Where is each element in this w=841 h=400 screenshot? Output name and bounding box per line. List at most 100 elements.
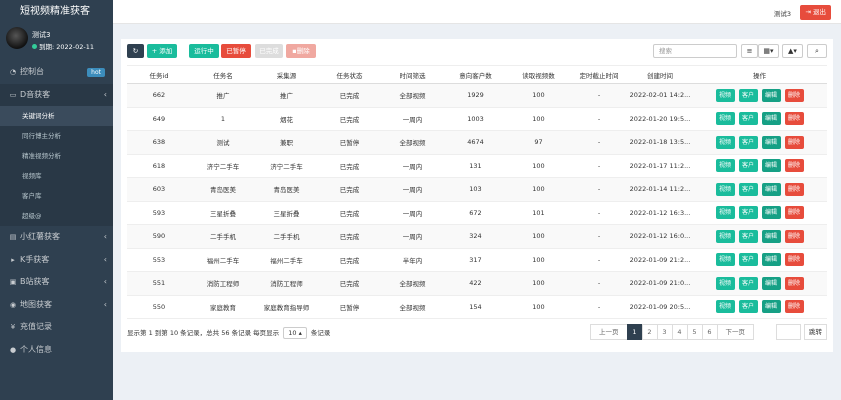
submenu-keyword-analysis[interactable]: 关键词分析 xyxy=(0,106,113,126)
edit-button[interactable]: 编辑 xyxy=(761,88,781,102)
video-button[interactable]: 视频 xyxy=(715,300,735,314)
columns-button[interactable]: ▦▾ xyxy=(758,44,779,58)
edit-button[interactable]: 编辑 xyxy=(761,182,781,196)
submenu-customer-library[interactable]: 客户库 xyxy=(0,186,113,206)
filter-running-button[interactable]: 运行中 xyxy=(189,44,219,58)
page-2[interactable]: 2 xyxy=(641,324,658,340)
edit-button[interactable]: 编辑 xyxy=(761,276,781,290)
page-next[interactable]: 下一页 xyxy=(716,324,754,340)
submenu-video-library[interactable]: 视频库 xyxy=(0,166,113,186)
delete-button[interactable]: 删除 xyxy=(784,229,804,243)
menu-map[interactable]: ◉ 地图获客 ‹ xyxy=(0,294,113,317)
menu-douyin[interactable]: ▭ D音获客 ‹ xyxy=(0,83,113,106)
edit-button[interactable]: 编辑 xyxy=(761,112,781,126)
page-5[interactable]: 5 xyxy=(686,324,703,340)
search-button[interactable]: ⌕ xyxy=(807,44,827,58)
video-button[interactable]: 视频 xyxy=(715,159,735,173)
avatar[interactable] xyxy=(6,27,28,49)
video-button[interactable]: 视频 xyxy=(715,182,735,196)
customer-button[interactable]: 客户 xyxy=(738,229,758,243)
menu-xiaohongshu[interactable]: ▤ 小红薯获客 ‹ xyxy=(0,226,113,249)
search-input[interactable]: 搜索 xyxy=(653,44,737,58)
table-row[interactable]: 551 消防工程师 消防工程师 已完成 全部视频 422 100-2022-01-09 21… xyxy=(127,271,827,296)
page-4[interactable]: 4 xyxy=(671,324,688,340)
menu-kuaishou[interactable]: ▸ K手获客 ‹ xyxy=(0,249,113,272)
video-button[interactable]: 视频 xyxy=(715,135,735,149)
column-header[interactable]: 任务id xyxy=(127,65,191,84)
menu-bilibili[interactable]: ▣ B站获客 ‹ xyxy=(0,271,113,294)
customer-button[interactable]: 客户 xyxy=(738,159,758,173)
edit-button[interactable]: 编辑 xyxy=(761,159,781,173)
delete-button[interactable]: 删除 xyxy=(784,182,804,196)
video-button[interactable]: 视频 xyxy=(715,206,735,220)
table-row[interactable]: 553 福州二手车 福州二手车 已完成 半年内 317 100-2022-01-09 21:… xyxy=(127,248,827,272)
customer-button[interactable]: 客户 xyxy=(738,112,758,126)
edit-button[interactable]: 编辑 xyxy=(761,229,781,243)
submenu-super-at[interactable]: 超级@ xyxy=(0,206,113,226)
filter-paused-button[interactable]: 已暂停 xyxy=(221,44,251,58)
page-3[interactable]: 3 xyxy=(656,324,673,340)
cell-status: 已完成 xyxy=(318,224,381,249)
customer-button[interactable]: 客户 xyxy=(738,135,758,149)
column-header[interactable]: 意向客户数 xyxy=(444,65,507,84)
edit-button[interactable]: 编辑 xyxy=(761,135,781,149)
table-row[interactable]: 590 二手手机 二手手机 已完成 一周内 324 100-2022-01-12 16:0.… xyxy=(127,224,827,249)
video-button[interactable]: 视频 xyxy=(715,112,735,126)
cell-task-id: 603 xyxy=(127,177,191,202)
page-jump-input[interactable] xyxy=(776,324,801,340)
delete-button[interactable]: 删除 xyxy=(784,276,804,290)
list-view-button[interactable]: ≡ xyxy=(741,44,758,58)
column-header[interactable]: 时间筛选 xyxy=(381,65,444,84)
customer-button[interactable]: 客户 xyxy=(738,206,758,220)
submenu-peer-blogger-analysis[interactable]: 同行博主分析 xyxy=(0,126,113,146)
page-jump-button[interactable]: 跳转 xyxy=(804,324,827,340)
page-prev[interactable]: 上一页 xyxy=(590,324,628,340)
column-header[interactable]: 采集源 xyxy=(255,65,318,84)
delete-button[interactable]: 删除 xyxy=(784,135,804,149)
page-size-select[interactable]: 10 ▴ xyxy=(283,327,307,339)
table-row[interactable]: 649 1 烟花 已完成 一周内 1003 100-2022-01-20 19:5... 视频… xyxy=(127,107,827,131)
edit-button[interactable]: 编辑 xyxy=(761,253,781,267)
table-row[interactable]: 593 三星折叠 三星折叠 已完成 一周内 672 101-2022-01-12 16:3.… xyxy=(127,201,827,225)
page-6[interactable]: 6 xyxy=(701,324,718,340)
delete-button[interactable]: 删除 xyxy=(784,300,804,314)
customer-button[interactable]: 客户 xyxy=(738,300,758,314)
menu-dashboard[interactable]: ◔ 控制台 hot xyxy=(0,61,113,84)
submenu-precise-video-analysis[interactable]: 精准视频分析 xyxy=(0,146,113,166)
logout-button[interactable]: ⇥ 退出 xyxy=(800,5,831,20)
refresh-button[interactable]: ↻ xyxy=(127,44,144,58)
table-row[interactable]: 638 测试 兼职 已暂停 全部视频 4674 97-2022-01-18 13:5... 视… xyxy=(127,130,827,155)
export-button[interactable]: ▲▾ xyxy=(782,44,803,58)
column-header[interactable]: 任务名 xyxy=(191,65,255,84)
delete-button[interactable]: 删除 xyxy=(784,112,804,126)
top-user-name[interactable]: 测试3 xyxy=(774,8,791,18)
delete-button[interactable]: 删除 xyxy=(784,88,804,102)
column-header[interactable]: 任务状态 xyxy=(318,65,381,84)
edit-button[interactable]: 编辑 xyxy=(761,300,781,314)
delete-button[interactable]: 删除 xyxy=(784,159,804,173)
video-button[interactable]: 视频 xyxy=(715,253,735,267)
column-header[interactable]: 定时截止时间 xyxy=(570,65,628,84)
customer-button[interactable]: 客户 xyxy=(738,276,758,290)
filter-done-button[interactable]: 已完成 xyxy=(255,44,283,58)
table-row[interactable]: 603 青岛医美 青岛医美 已完成 一周内 103 100-2022-01-14 11:2.… xyxy=(127,177,827,202)
menu-profile[interactable]: ● 个人信息 xyxy=(0,339,113,362)
bulk-delete-button[interactable]: ▪删除 xyxy=(286,44,316,58)
table-row[interactable]: 662 推广 推广 已完成 全部视频 1929 100-2022-02-01 14:2...… xyxy=(127,83,827,108)
customer-button[interactable]: 客户 xyxy=(738,88,758,102)
video-button[interactable]: 视频 xyxy=(715,276,735,290)
menu-recharge[interactable]: ¥ 充值记录 xyxy=(0,316,113,339)
edit-button[interactable]: 编辑 xyxy=(761,206,781,220)
video-button[interactable]: 视频 xyxy=(715,88,735,102)
customer-button[interactable]: 客户 xyxy=(738,253,758,267)
add-button[interactable]: + 添加 xyxy=(147,44,177,58)
column-header[interactable]: 创建时间 xyxy=(628,65,692,84)
page-1[interactable]: 1 xyxy=(626,324,643,340)
delete-button[interactable]: 删除 xyxy=(784,206,804,220)
video-button[interactable]: 视频 xyxy=(715,229,735,243)
column-header[interactable]: 读取视频数 xyxy=(507,65,570,84)
table-row[interactable]: 618 济宁二手车 济宁二手车 已完成 一周内 131 100-2022-01-17 11:… xyxy=(127,154,827,178)
customer-button[interactable]: 客户 xyxy=(738,182,758,196)
delete-button[interactable]: 删除 xyxy=(784,253,804,267)
table-row[interactable]: 550 家庭教育 家庭教育指导师 已暂停 全部视频 154 100-2022-01-09 2… xyxy=(127,295,827,319)
